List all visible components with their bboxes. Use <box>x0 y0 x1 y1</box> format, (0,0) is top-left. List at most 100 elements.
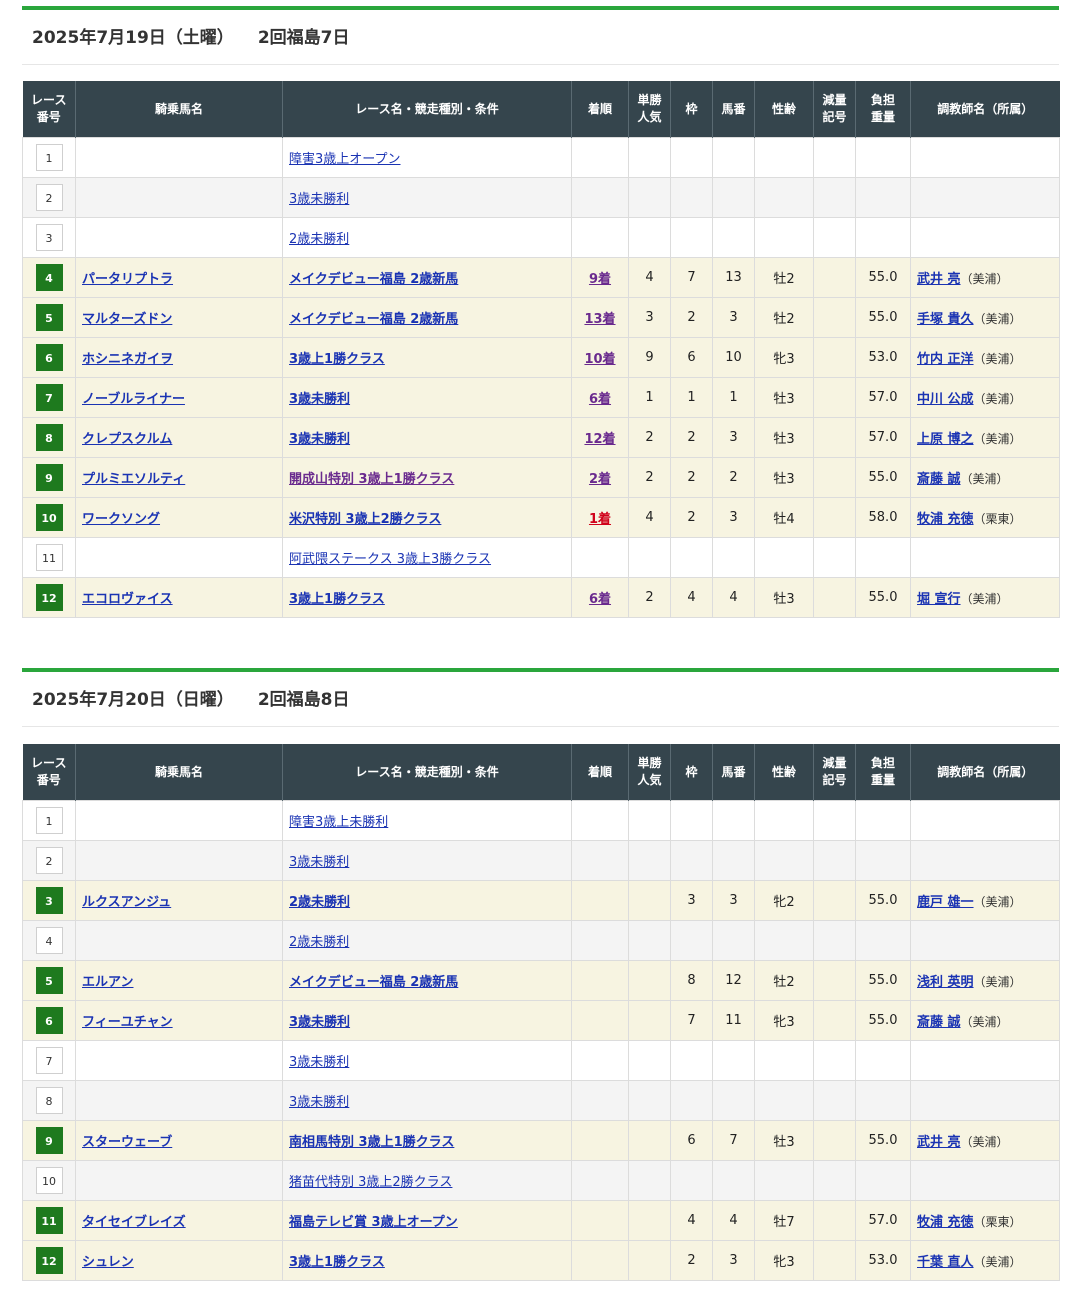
trainer-link[interactable]: 手塚 貴久 <box>917 312 974 327</box>
finish-cell <box>571 1120 629 1161</box>
horse-name-link[interactable]: ノーブルライナー <box>82 392 185 407</box>
race-name-cell: 2歳未勝利 <box>282 217 572 258</box>
trainer-affiliation: （美浦） <box>960 272 1009 286</box>
horse-name-link[interactable]: ホシニネガイヲ <box>82 352 173 367</box>
table-header-row: レース 番号 騎乗馬名 レース名・競走種別・条件 着順 単勝 人気枠馬番 性齢 減量 記号 負担 重量… <box>22 744 1060 801</box>
horse-number-cell: 2 <box>712 457 755 498</box>
horse-name-link[interactable]: ルクスアンジュ <box>82 895 171 910</box>
horse-number-cell <box>712 1160 755 1201</box>
race-name-link[interactable]: 障害3歳上未勝利 <box>289 815 388 830</box>
horse-name-link[interactable]: エルアン <box>82 975 133 990</box>
race-name-link[interactable]: 猪苗代特別 3歳上2勝クラス <box>289 1175 452 1190</box>
horse-name-link[interactable]: ワークソング <box>82 512 160 527</box>
trainer-link[interactable]: 牧浦 充徳 <box>917 1215 974 1230</box>
race-name-link[interactable]: 3歳未勝利 <box>289 1095 349 1110</box>
trainer-affiliation: （美浦） <box>973 352 1022 366</box>
race-name-link[interactable]: 3歳未勝利 <box>289 192 349 207</box>
finish-link[interactable]: 6着 <box>589 392 611 407</box>
race-row: 9 スターウェーブ 南相馬特別 3歳上1勝クラス 6 7 牡3 55.0 武井 亮（美浦） <box>22 1120 1060 1161</box>
sex-age-cell: 牡3 <box>754 417 814 458</box>
column-header: 調教師名（所属） <box>910 81 1060 138</box>
horse-name-link[interactable]: パータリプトラ <box>82 272 173 287</box>
race-name-link[interactable]: メイクデビュー福島 2歳新馬 <box>289 312 458 327</box>
horse-name-link[interactable]: シュレン <box>82 1255 134 1270</box>
race-name-link[interactable]: 3歳上1勝クラス <box>289 592 385 607</box>
trainer-link[interactable]: 牧浦 充徳 <box>917 512 974 527</box>
race-name-link[interactable]: 3歳未勝利 <box>289 392 350 407</box>
weight-reduction-cell <box>813 1040 856 1081</box>
race-name-link[interactable]: 障害3歳上オープン <box>289 152 401 167</box>
race-name-link[interactable]: 2歳未勝利 <box>289 895 350 910</box>
trainer-link[interactable]: 斎藤 誠 <box>917 472 961 487</box>
carried-weight-cell: 55.0 <box>855 1000 911 1041</box>
trainer-link[interactable]: 上原 博之 <box>917 432 974 447</box>
race-name-link[interactable]: メイクデビュー福島 2歳新馬 <box>289 975 458 990</box>
frame-cell: 6 <box>670 337 713 378</box>
race-name-link[interactable]: 阿武隈ステークス 3歳上3勝クラス <box>289 552 491 567</box>
trainer-link[interactable]: 武井 亮 <box>917 272 961 287</box>
trainer-link[interactable]: 中川 公成 <box>917 392 974 407</box>
race-number-badge: 5 <box>35 304 63 331</box>
trainer-wrap: 武井 亮（美浦） <box>917 272 1009 287</box>
race-name-link[interactable]: 3歳上1勝クラス <box>289 1255 385 1270</box>
finish-link[interactable]: 13着 <box>584 312 615 327</box>
day-section-2: 2025年7月20日（日曜） 2回福島8日 レース 番号 騎乗馬名 レース名・競走種別・… <box>22 668 1060 1281</box>
horse-name-link[interactable]: フィーユチャン <box>82 1015 173 1030</box>
race-name-link[interactable]: 南相馬特別 3歳上1勝クラス <box>289 1135 454 1150</box>
popularity-cell: 2 <box>628 577 671 618</box>
weight-reduction-cell <box>813 177 856 218</box>
finish-link[interactable]: 12着 <box>584 432 615 447</box>
horse-name-link[interactable]: タイセイブレイズ <box>82 1215 186 1230</box>
frame-cell: 1 <box>670 377 713 418</box>
race-name-link[interactable]: 2歳未勝利 <box>289 935 349 950</box>
horse-number-cell: 13 <box>712 257 755 298</box>
trainer-link[interactable]: 堀 宣行 <box>917 592 961 607</box>
carried-weight-cell: 55.0 <box>855 960 911 1001</box>
carried-weight-cell <box>855 920 911 961</box>
horse-name-link[interactable]: エコロヴァイス <box>82 592 173 607</box>
trainer-link[interactable]: 竹内 正洋 <box>917 352 974 367</box>
horse-name-link[interactable]: スターウェーブ <box>82 1135 172 1150</box>
column-header: レース名・競走種別・条件 <box>282 81 572 138</box>
weight-reduction-cell <box>813 1240 856 1281</box>
horse-name-link[interactable]: プルミエソルティ <box>82 472 185 487</box>
race-name-link[interactable]: 福島テレビ賞 3歳上オープン <box>289 1215 458 1230</box>
frame-cell <box>670 137 713 178</box>
race-name-link[interactable]: 3歳未勝利 <box>289 1015 350 1030</box>
column-header: 性齢 <box>754 744 814 801</box>
finish-link[interactable]: 1着 <box>589 512 611 527</box>
trainer-link[interactable]: 武井 亮 <box>917 1135 961 1150</box>
trainer-link[interactable]: 浅利 英明 <box>917 975 974 990</box>
trainer-cell: 堀 宣行（美浦） <box>910 577 1060 618</box>
trainer-link[interactable]: 千葉 直人 <box>917 1255 974 1270</box>
popularity-cell <box>628 177 671 218</box>
finish-link[interactable]: 9着 <box>589 272 611 287</box>
race-name-link[interactable]: 3歳未勝利 <box>289 855 349 870</box>
finish-link[interactable]: 2着 <box>589 472 611 487</box>
horse-name-cell <box>75 840 283 881</box>
carried-weight-cell: 55.0 <box>855 577 911 618</box>
race-name-link[interactable]: 開成山特別 3歳上1勝クラス <box>289 472 454 487</box>
race-name-link[interactable]: 2歳未勝利 <box>289 232 349 247</box>
finish-link[interactable]: 10着 <box>584 352 615 367</box>
horse-name-cell <box>75 920 283 961</box>
trainer-cell: 上原 博之（美浦） <box>910 417 1060 458</box>
race-name-link[interactable]: メイクデビュー福島 2歳新馬 <box>289 272 458 287</box>
sex-age-cell: 牡3 <box>754 457 814 498</box>
race-name-link[interactable]: 米沢特別 3歳上2勝クラス <box>289 512 441 527</box>
horse-name-link[interactable]: マルターズドン <box>82 312 172 327</box>
race-name-cell: メイクデビュー福島 2歳新馬 <box>282 960 572 1001</box>
trainer-link[interactable]: 斎藤 誠 <box>917 1015 961 1030</box>
race-number-cell: 3 <box>22 217 76 258</box>
horse-number-cell: 1 <box>712 377 755 418</box>
trainer-link[interactable]: 鹿戸 雄一 <box>917 895 974 910</box>
horse-name-cell <box>75 217 283 258</box>
popularity-cell <box>628 920 671 961</box>
horse-name-link[interactable]: クレプスクルム <box>82 432 172 447</box>
sex-age-cell <box>754 1040 814 1081</box>
finish-link[interactable]: 6着 <box>589 592 611 607</box>
race-name-link[interactable]: 3歳上1勝クラス <box>289 352 385 367</box>
race-name-link[interactable]: 3歳未勝利 <box>289 432 350 447</box>
race-name-link[interactable]: 3歳未勝利 <box>289 1055 349 1070</box>
horse-name-cell: エルアン <box>75 960 283 1001</box>
